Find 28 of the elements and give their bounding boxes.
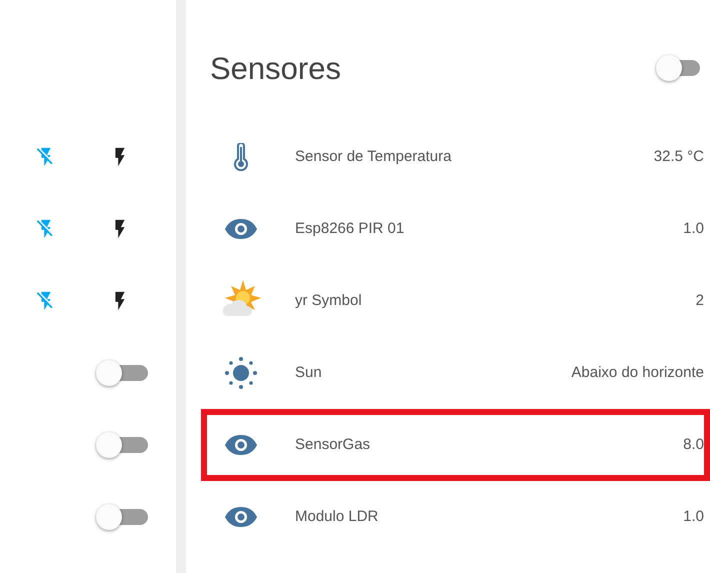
toggle-switch[interactable]	[96, 431, 148, 459]
card-title: Sensores	[210, 50, 341, 88]
sensor-value: 32.5 °C	[654, 146, 704, 167]
sensor-row[interactable]: Modulo LDR 1.0	[201, 481, 710, 553]
sensor-value: 8.0	[683, 434, 704, 455]
sensor-row[interactable]: Sensor de Temperatura 32.5 °C	[201, 121, 710, 193]
sensor-row[interactable]: SensorGas 8.0	[201, 409, 710, 481]
toggle-switch[interactable]	[96, 359, 148, 387]
thermometer-icon	[233, 143, 249, 171]
sensor-name: Modulo LDR	[295, 506, 378, 527]
sensor-name: Sun	[295, 362, 322, 383]
sun-icon	[224, 356, 258, 390]
sensor-value: 1.0	[683, 218, 704, 239]
card-toggle[interactable]	[656, 54, 700, 82]
sensor-value: Abaixo do horizonte	[571, 362, 704, 383]
sensor-row[interactable]: Esp8266 PIR 01 1.0	[201, 193, 710, 265]
sensor-value: 2	[696, 290, 704, 311]
sensor-value: 1.0	[683, 506, 704, 527]
sensor-name: yr Symbol	[295, 290, 362, 311]
sensor-name: Esp8266 PIR 01	[295, 218, 404, 239]
sensor-name: SensorGas	[295, 434, 370, 455]
eye-icon	[224, 434, 258, 456]
sensor-row[interactable]: yr Symbol 2	[201, 265, 710, 337]
eye-icon	[224, 506, 258, 528]
toggle-switch[interactable]	[96, 503, 148, 531]
sensor-name: Sensor de Temperatura	[295, 146, 452, 167]
eye-icon	[224, 218, 258, 240]
sensor-row[interactable]: Sun Abaixo do horizonte	[201, 337, 710, 409]
